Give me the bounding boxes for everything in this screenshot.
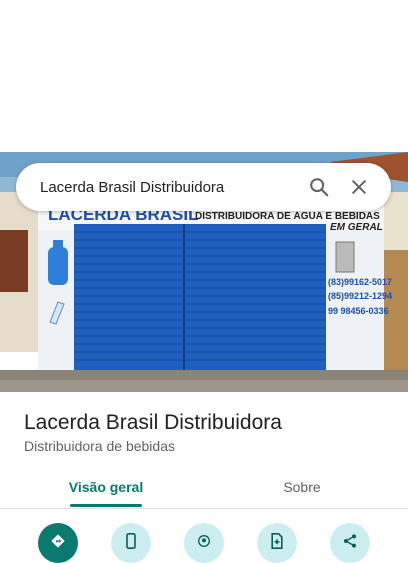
sign-subtitle2-text: EM GERAL (330, 222, 383, 233)
phone-number-3: 99 98456-0336 (328, 306, 389, 316)
action-buttons-row (0, 520, 408, 563)
phone-number-2: (85)99212-1294 (328, 291, 392, 301)
blank-header-area (0, 0, 408, 152)
location-icon (198, 535, 210, 547)
call-button[interactable] (111, 523, 151, 563)
phone-icon (126, 533, 136, 549)
search-icon[interactable] (299, 167, 339, 207)
add-photo-icon (271, 533, 283, 549)
tab-overview[interactable]: Visão geral (0, 466, 212, 508)
nearby-button[interactable] (184, 523, 224, 563)
directions-button[interactable] (38, 523, 78, 563)
search-query-text[interactable]: Lacerda Brasil Distribuidora (40, 179, 299, 196)
place-title: Lacerda Brasil Distribuidora (24, 411, 282, 434)
add-photo-button[interactable] (257, 523, 297, 563)
active-tab-indicator (70, 504, 142, 507)
close-icon[interactable] (339, 167, 379, 207)
place-category[interactable]: Distribuidora de bebidas (24, 438, 175, 454)
phone-number-1: (83)99162-5017 (328, 277, 392, 287)
search-bar[interactable]: Lacerda Brasil Distribuidora (16, 163, 391, 211)
share-button[interactable] (330, 523, 370, 563)
place-tabs: Visão geral Sobre (0, 466, 408, 509)
tab-about[interactable]: Sobre (196, 466, 408, 508)
directions-icon (51, 534, 65, 548)
share-icon (344, 534, 356, 548)
